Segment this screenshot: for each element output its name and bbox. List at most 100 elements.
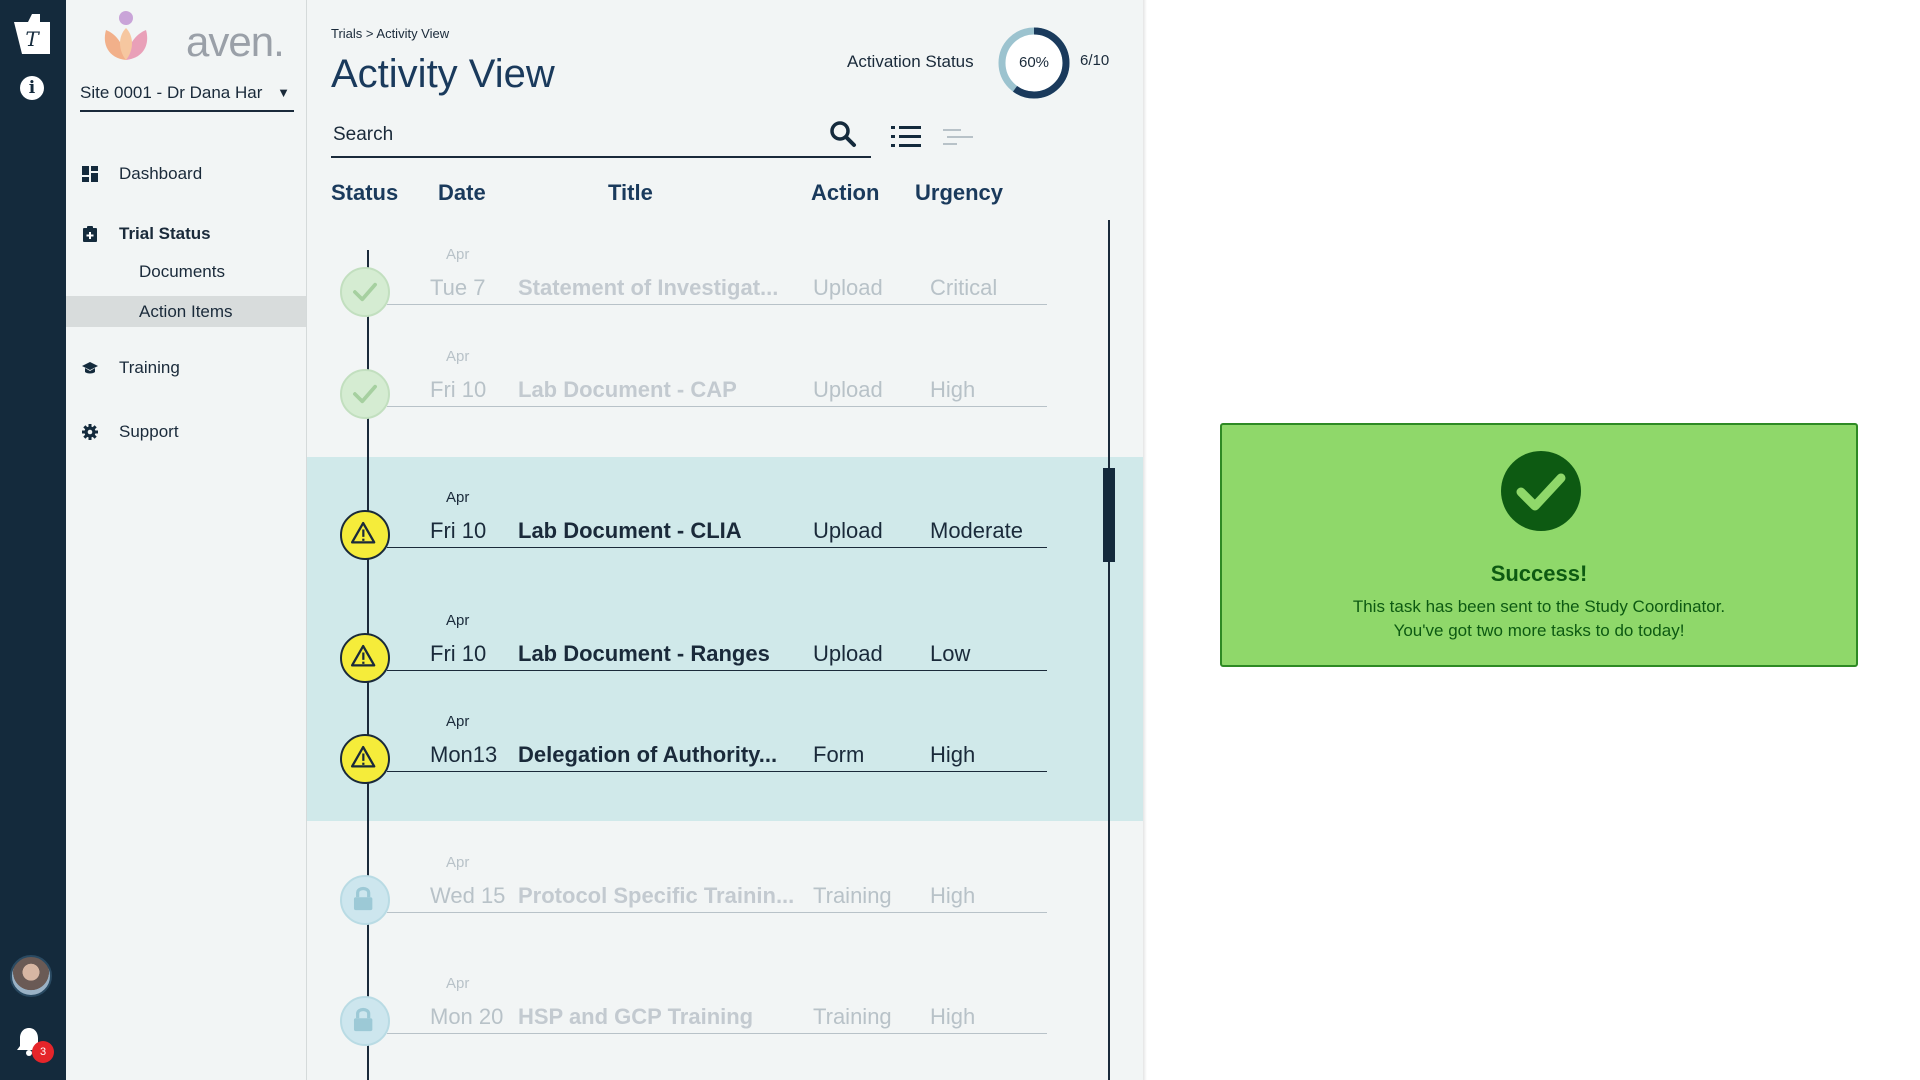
- panel-shadow: [1143, 0, 1147, 1080]
- row-action[interactable]: Upload: [813, 377, 883, 403]
- sidebar-item-label: Training: [119, 358, 180, 377]
- row-divider: [387, 547, 1047, 548]
- row-title[interactable]: Delegation of Authority...: [518, 742, 777, 768]
- notification-badge: 3: [32, 1041, 54, 1063]
- row-divider: [387, 771, 1047, 772]
- sidebar-item-label: Trial Status: [119, 224, 211, 243]
- table-row[interactable]: Apr Fri 10 Lab Document - Ranges Upload …: [307, 612, 1143, 683]
- sidebar-item-label: Dashboard: [119, 164, 203, 183]
- column-header-date[interactable]: Date: [438, 180, 486, 206]
- clipboard-icon: [83, 226, 97, 242]
- activation-status-label: Activation Status: [847, 52, 974, 71]
- row-urgency: High: [930, 883, 976, 908]
- site-selector-label: Site 0001 - Dr Dana Har: [80, 83, 263, 102]
- row-urgency: High: [930, 742, 976, 767]
- sidebar-item-dashboard[interactable]: Dashboard: [66, 158, 306, 190]
- success-title: Success!: [1490, 561, 1588, 586]
- row-month: Apr: [446, 713, 470, 730]
- site-selector[interactable]: Site 0001 - Dr Dana Har ▼: [80, 80, 294, 112]
- row-urgency: Critical: [930, 275, 998, 300]
- search-input[interactable]: Search: [331, 120, 871, 158]
- brand-name: aven.: [186, 18, 285, 65]
- lotus-icon: [104, 11, 148, 60]
- column-header-urgency[interactable]: Urgency: [915, 180, 1003, 206]
- row-urgency: Low: [930, 641, 971, 666]
- sidebar-item-support[interactable]: Support: [66, 416, 306, 448]
- brand-logo: aven.: [96, 8, 285, 65]
- activation-count: 6/10: [1080, 52, 1110, 69]
- activation-percent: 60%: [1018, 54, 1050, 71]
- sidebar-item-action-items[interactable]: Action Items: [66, 296, 306, 327]
- row-date: Fri 10: [430, 641, 487, 666]
- check-icon: [340, 369, 390, 419]
- column-header-action[interactable]: Action: [811, 180, 879, 206]
- row-urgency: High: [930, 377, 976, 402]
- avatar[interactable]: [10, 955, 52, 997]
- sidebar-item-documents[interactable]: Documents: [66, 256, 306, 287]
- table-row[interactable]: Apr Wed 15 Protocol Specific Trainin... …: [307, 854, 1143, 925]
- sidebar-item-label: Support: [119, 422, 179, 441]
- row-title[interactable]: Lab Document - CLIA: [518, 518, 742, 544]
- warning-icon: [340, 633, 390, 683]
- svg-text:T: T: [25, 27, 40, 51]
- success-message-line: This task has been sent to the Study Coo…: [1352, 597, 1726, 616]
- info-icon[interactable]: i: [20, 76, 44, 100]
- dashboard-icon: [82, 166, 98, 182]
- row-action[interactable]: Upload: [813, 641, 883, 667]
- row-action[interactable]: Training: [813, 1004, 892, 1030]
- row-title[interactable]: Lab Document - Ranges: [518, 641, 770, 667]
- chevron-down-icon: ▼: [277, 85, 290, 100]
- row-urgency: Moderate: [930, 518, 1023, 543]
- row-month: Apr: [446, 348, 470, 365]
- table-row[interactable]: Apr Fri 10 Lab Document - CLIA Upload Mo…: [307, 489, 1143, 560]
- row-action[interactable]: Upload: [813, 275, 883, 301]
- row-divider: [387, 406, 1047, 407]
- gear-icon: [82, 424, 98, 440]
- table-row[interactable]: Apr Tue 7 Statement of Investigat... Upl…: [307, 246, 1143, 317]
- search-icon[interactable]: [829, 120, 857, 148]
- graduation-cap-icon: [82, 362, 98, 374]
- success-dialog[interactable]: Success! This task has been sent to the …: [1220, 423, 1858, 667]
- warning-icon: [340, 510, 390, 560]
- page-title: Activity View: [331, 52, 555, 96]
- table-row[interactable]: Apr Mon 20 HSP and GCP Training Training…: [307, 975, 1143, 1046]
- row-title[interactable]: Statement of Investigat...: [518, 275, 778, 301]
- row-divider: [387, 670, 1047, 671]
- table-row[interactable]: Apr Mon13 Delegation of Authority... For…: [307, 713, 1143, 784]
- row-date: Mon13: [430, 742, 498, 767]
- timeline-view-icon[interactable]: [943, 126, 973, 148]
- row-month: Apr: [446, 246, 470, 263]
- column-header-status[interactable]: Status: [331, 180, 398, 206]
- column-header-title[interactable]: Title: [608, 180, 653, 206]
- row-title[interactable]: Protocol Specific Trainin...: [518, 883, 794, 909]
- row-divider: [387, 304, 1047, 305]
- check-icon: [340, 267, 390, 317]
- sidebar-item-label: Documents: [139, 262, 225, 281]
- row-action[interactable]: Training: [813, 883, 892, 909]
- row-action[interactable]: Upload: [813, 518, 883, 544]
- lock-icon: [340, 996, 390, 1046]
- sidebar-item-training[interactable]: Training: [66, 352, 306, 384]
- row-date: Tue 7: [430, 275, 486, 300]
- sidebar-item-label: Action Items: [139, 302, 233, 321]
- row-action[interactable]: Form: [813, 742, 864, 768]
- row-date: Fri 10: [430, 518, 487, 543]
- list-view-icon[interactable]: [890, 124, 922, 150]
- row-urgency: High: [930, 1004, 976, 1029]
- warning-icon: [340, 734, 390, 784]
- row-month: Apr: [446, 975, 470, 992]
- app-rail: T i 3: [0, 0, 66, 1080]
- search-placeholder: Search: [333, 124, 394, 145]
- row-month: Apr: [446, 612, 470, 629]
- row-title[interactable]: HSP and GCP Training: [518, 1004, 753, 1030]
- row-title[interactable]: Lab Document - CAP: [518, 377, 737, 403]
- table-row[interactable]: Apr Fri 10 Lab Document - CAP Upload Hig…: [307, 348, 1143, 419]
- row-month: Apr: [446, 854, 470, 871]
- sidebar-item-trial-status[interactable]: Trial Status: [66, 218, 306, 250]
- success-message: This task has been sent to the Study Coo…: [1222, 595, 1856, 643]
- lock-icon: [340, 875, 390, 925]
- app-logo-icon[interactable]: T: [10, 12, 54, 56]
- activity-panel: Trials > Activity View Activity View Act…: [307, 0, 1143, 1080]
- row-month: Apr: [446, 489, 470, 506]
- breadcrumb[interactable]: Trials > Activity View: [331, 26, 449, 41]
